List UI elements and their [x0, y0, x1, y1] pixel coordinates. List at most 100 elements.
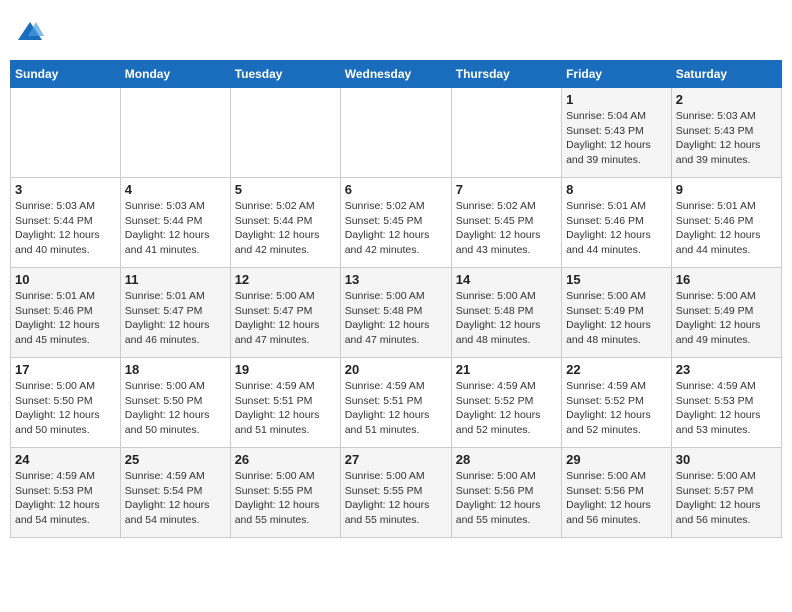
calendar-week-5: 24 Sunrise: 4:59 AMSunset: 5:53 PMDayligh…	[11, 448, 782, 538]
day-number: 3	[15, 182, 116, 197]
day-number: 5	[235, 182, 336, 197]
day-number: 23	[676, 362, 777, 377]
day-info: Sunrise: 5:00 AMSunset: 5:55 PMDaylight:…	[345, 469, 447, 528]
calendar-cell: 12 Sunrise: 5:00 AMSunset: 5:47 PMDayligh…	[230, 268, 340, 358]
calendar-cell: 29 Sunrise: 5:00 AMSunset: 5:56 PMDayligh…	[562, 448, 672, 538]
calendar-cell	[340, 88, 451, 178]
calendar-cell: 18 Sunrise: 5:00 AMSunset: 5:50 PMDayligh…	[120, 358, 230, 448]
calendar-cell	[451, 88, 561, 178]
day-info: Sunrise: 4:59 AMSunset: 5:51 PMDaylight:…	[235, 379, 336, 438]
day-number: 24	[15, 452, 116, 467]
calendar-cell: 2 Sunrise: 5:03 AMSunset: 5:43 PMDaylight…	[671, 88, 781, 178]
day-info: Sunrise: 5:03 AMSunset: 5:43 PMDaylight:…	[676, 109, 777, 168]
day-number: 7	[456, 182, 557, 197]
day-info: Sunrise: 5:00 AMSunset: 5:48 PMDaylight:…	[345, 289, 447, 348]
weekday-header-monday: Monday	[120, 61, 230, 88]
weekday-header-thursday: Thursday	[451, 61, 561, 88]
calendar-cell: 24 Sunrise: 4:59 AMSunset: 5:53 PMDayligh…	[11, 448, 121, 538]
day-info: Sunrise: 5:00 AMSunset: 5:56 PMDaylight:…	[566, 469, 667, 528]
calendar-week-4: 17 Sunrise: 5:00 AMSunset: 5:50 PMDayligh…	[11, 358, 782, 448]
day-number: 26	[235, 452, 336, 467]
day-info: Sunrise: 4:59 AMSunset: 5:53 PMDaylight:…	[676, 379, 777, 438]
day-number: 8	[566, 182, 667, 197]
day-info: Sunrise: 5:02 AMSunset: 5:45 PMDaylight:…	[345, 199, 447, 258]
day-info: Sunrise: 5:03 AMSunset: 5:44 PMDaylight:…	[125, 199, 226, 258]
calendar-cell: 26 Sunrise: 5:00 AMSunset: 5:55 PMDayligh…	[230, 448, 340, 538]
day-info: Sunrise: 5:00 AMSunset: 5:56 PMDaylight:…	[456, 469, 557, 528]
calendar-cell: 1 Sunrise: 5:04 AMSunset: 5:43 PMDaylight…	[562, 88, 672, 178]
day-info: Sunrise: 5:00 AMSunset: 5:49 PMDaylight:…	[676, 289, 777, 348]
day-info: Sunrise: 5:00 AMSunset: 5:55 PMDaylight:…	[235, 469, 336, 528]
weekday-header-saturday: Saturday	[671, 61, 781, 88]
calendar-week-2: 3 Sunrise: 5:03 AMSunset: 5:44 PMDaylight…	[11, 178, 782, 268]
day-info: Sunrise: 4:59 AMSunset: 5:52 PMDaylight:…	[566, 379, 667, 438]
calendar-cell: 17Sunrise: 5:00 AMSunset: 5:50 PMDayligh…	[11, 358, 121, 448]
calendar-week-3: 10 Sunrise: 5:01 AMSunset: 5:46 PMDayligh…	[11, 268, 782, 358]
calendar-cell: 3 Sunrise: 5:03 AMSunset: 5:44 PMDaylight…	[11, 178, 121, 268]
calendar-cell: 27 Sunrise: 5:00 AMSunset: 5:55 PMDayligh…	[340, 448, 451, 538]
day-number: 20	[345, 362, 447, 377]
page-header	[10, 10, 782, 54]
calendar-table: SundayMondayTuesdayWednesdayThursdayFrid…	[10, 60, 782, 538]
day-number: 10	[15, 272, 116, 287]
calendar-cell	[230, 88, 340, 178]
day-number: 30	[676, 452, 777, 467]
day-number: 11	[125, 272, 226, 287]
day-info: Sunrise: 5:01 AMSunset: 5:46 PMDaylight:…	[566, 199, 667, 258]
day-info: Sunrise: 5:00 AMSunset: 5:47 PMDaylight:…	[235, 289, 336, 348]
calendar-cell: 8 Sunrise: 5:01 AMSunset: 5:46 PMDaylight…	[562, 178, 672, 268]
day-number: 4	[125, 182, 226, 197]
day-info: Sunrise: 5:01 AMSunset: 5:47 PMDaylight:…	[125, 289, 226, 348]
calendar-week-1: 1 Sunrise: 5:04 AMSunset: 5:43 PMDaylight…	[11, 88, 782, 178]
calendar-cell: 28Sunrise: 5:00 AMSunset: 5:56 PMDayligh…	[451, 448, 561, 538]
calendar-cell: 14Sunrise: 5:00 AMSunset: 5:48 PMDayligh…	[451, 268, 561, 358]
day-info: Sunrise: 4:59 AMSunset: 5:53 PMDaylight:…	[15, 469, 116, 528]
weekday-header-friday: Friday	[562, 61, 672, 88]
calendar-cell: 23 Sunrise: 4:59 AMSunset: 5:53 PMDayligh…	[671, 358, 781, 448]
day-info: Sunrise: 5:02 AMSunset: 5:44 PMDaylight:…	[235, 199, 336, 258]
day-number: 17	[15, 362, 116, 377]
day-info: Sunrise: 5:00 AMSunset: 5:50 PMDaylight:…	[125, 379, 226, 438]
day-number: 9	[676, 182, 777, 197]
day-number: 1	[566, 92, 667, 107]
day-number: 21	[456, 362, 557, 377]
calendar-cell: 11 Sunrise: 5:01 AMSunset: 5:47 PMDayligh…	[120, 268, 230, 358]
calendar-cell	[120, 88, 230, 178]
day-number: 25	[125, 452, 226, 467]
calendar-cell: 5 Sunrise: 5:02 AMSunset: 5:44 PMDaylight…	[230, 178, 340, 268]
calendar-cell: 6 Sunrise: 5:02 AMSunset: 5:45 PMDaylight…	[340, 178, 451, 268]
day-number: 16	[676, 272, 777, 287]
calendar-cell	[11, 88, 121, 178]
day-number: 14	[456, 272, 557, 287]
day-number: 6	[345, 182, 447, 197]
day-info: Sunrise: 4:59 AMSunset: 5:52 PMDaylight:…	[456, 379, 557, 438]
calendar-cell: 7Sunrise: 5:02 AMSunset: 5:45 PMDaylight…	[451, 178, 561, 268]
day-info: Sunrise: 5:04 AMSunset: 5:43 PMDaylight:…	[566, 109, 667, 168]
day-info: Sunrise: 5:01 AMSunset: 5:46 PMDaylight:…	[15, 289, 116, 348]
calendar-cell: 9Sunrise: 5:01 AMSunset: 5:46 PMDaylight…	[671, 178, 781, 268]
day-info: Sunrise: 4:59 AMSunset: 5:54 PMDaylight:…	[125, 469, 226, 528]
day-info: Sunrise: 4:59 AMSunset: 5:51 PMDaylight:…	[345, 379, 447, 438]
calendar-cell: 16 Sunrise: 5:00 AMSunset: 5:49 PMDayligh…	[671, 268, 781, 358]
calendar-cell: 20 Sunrise: 4:59 AMSunset: 5:51 PMDayligh…	[340, 358, 451, 448]
day-number: 2	[676, 92, 777, 107]
calendar-header: SundayMondayTuesdayWednesdayThursdayFrid…	[11, 61, 782, 88]
day-number: 18	[125, 362, 226, 377]
day-number: 12	[235, 272, 336, 287]
calendar-cell: 30Sunrise: 5:00 AMSunset: 5:57 PMDayligh…	[671, 448, 781, 538]
day-info: Sunrise: 5:03 AMSunset: 5:44 PMDaylight:…	[15, 199, 116, 258]
weekday-header-tuesday: Tuesday	[230, 61, 340, 88]
calendar-cell: 19 Sunrise: 4:59 AMSunset: 5:51 PMDayligh…	[230, 358, 340, 448]
calendar-cell: 13 Sunrise: 5:00 AMSunset: 5:48 PMDayligh…	[340, 268, 451, 358]
weekday-header-wednesday: Wednesday	[340, 61, 451, 88]
day-number: 15	[566, 272, 667, 287]
calendar-cell: 25 Sunrise: 4:59 AMSunset: 5:54 PMDayligh…	[120, 448, 230, 538]
day-number: 22	[566, 362, 667, 377]
calendar-cell: 22 Sunrise: 4:59 AMSunset: 5:52 PMDayligh…	[562, 358, 672, 448]
calendar-cell: 21 Sunrise: 4:59 AMSunset: 5:52 PMDayligh…	[451, 358, 561, 448]
day-number: 13	[345, 272, 447, 287]
day-number: 19	[235, 362, 336, 377]
day-number: 27	[345, 452, 447, 467]
day-number: 29	[566, 452, 667, 467]
weekday-header-sunday: Sunday	[11, 61, 121, 88]
